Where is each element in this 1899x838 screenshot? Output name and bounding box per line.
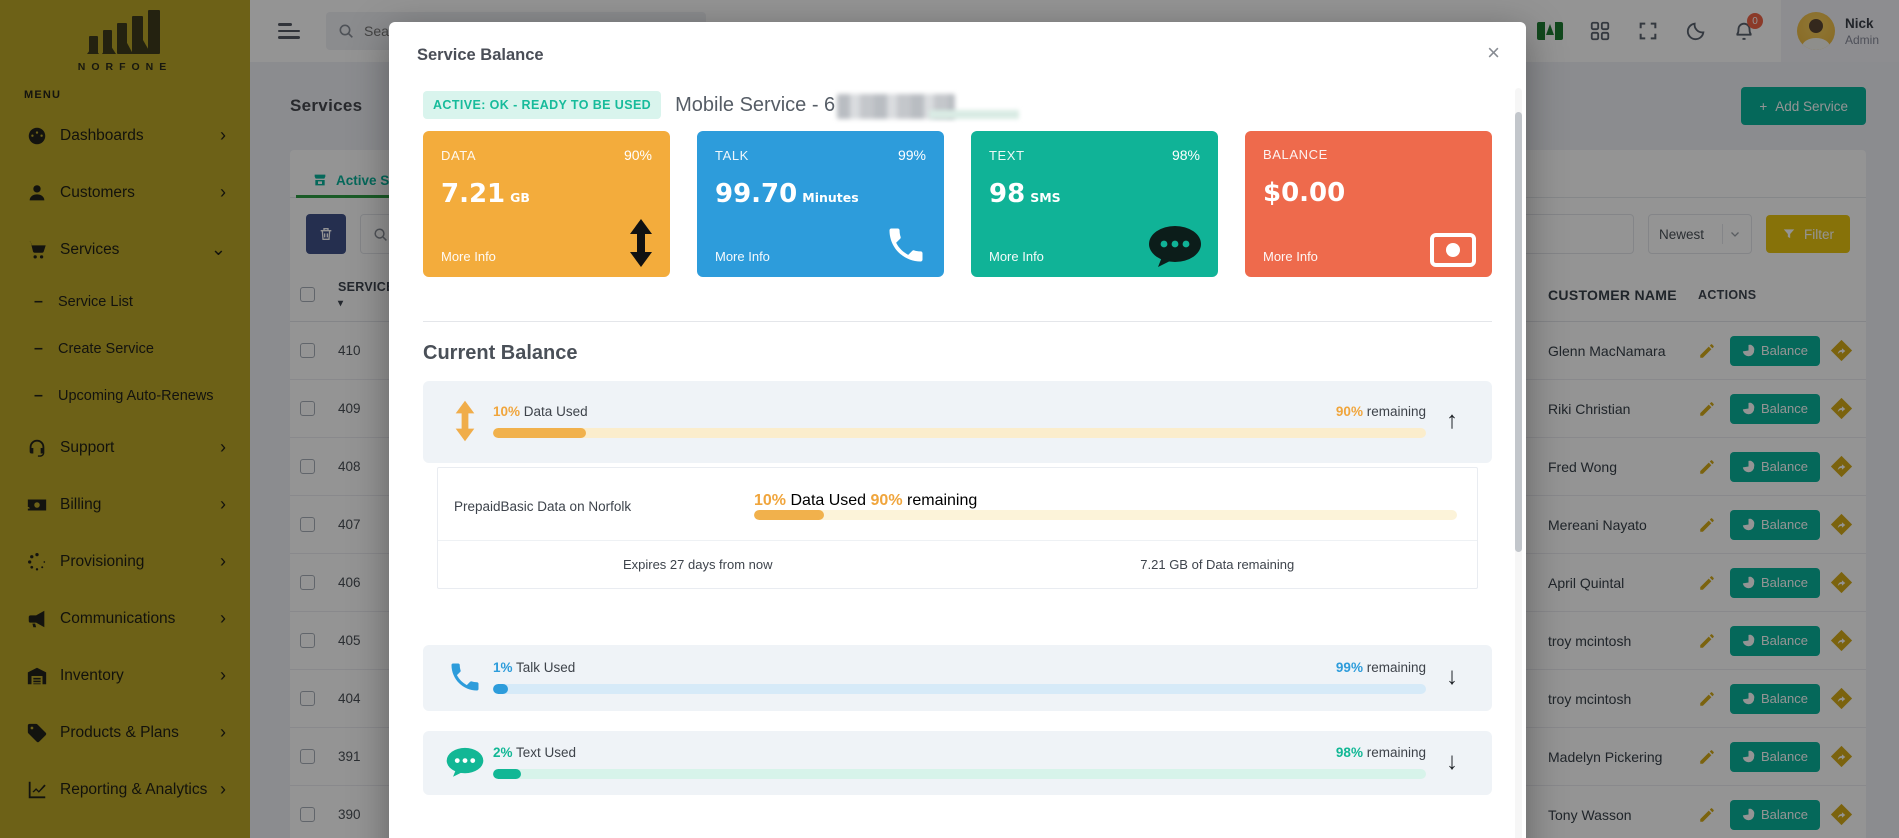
more-info-link[interactable]: More Info xyxy=(1263,249,1318,264)
plan-name: PrepaidBasic Data on Norfolk xyxy=(454,499,754,514)
text-progress-track xyxy=(493,769,1426,779)
service-balance-modal: Service Balance × ACTIVE: OK - READY TO … xyxy=(389,22,1526,838)
plan-progress-track xyxy=(754,510,1457,520)
text-usage-row: 2% Text Used 98% remaining ↓ xyxy=(423,731,1492,795)
cash-icon xyxy=(1430,233,1476,267)
modal-scrollbar[interactable] xyxy=(1515,88,1522,838)
expand-arrow-icon[interactable]: ↓ xyxy=(1426,663,1478,691)
expand-arrow-icon[interactable]: ↓ xyxy=(1426,748,1478,776)
status-badge: ACTIVE: OK - READY TO BE USED xyxy=(423,91,661,119)
data-usage-row: 10% Data Used 90% remaining ↑ xyxy=(423,381,1492,463)
data-progress-fill xyxy=(493,428,586,438)
more-info-link[interactable]: More Info xyxy=(441,249,496,264)
text-usage-card: TEXT98% 98SMS More Info xyxy=(971,131,1218,277)
scrollbar-thumb[interactable] xyxy=(1515,112,1522,552)
talk-progress-track xyxy=(493,684,1426,694)
text-progress-fill xyxy=(493,769,521,779)
plan-progress-fill xyxy=(754,510,824,520)
modal-title: Service Balance xyxy=(417,46,1498,65)
data-updown-arrow-icon xyxy=(454,399,476,443)
data-detail-card: PrepaidBasic Data on Norfolk 10% Data Us… xyxy=(437,467,1478,589)
chat-bubble-icon xyxy=(1148,225,1202,267)
more-info-link[interactable]: More Info xyxy=(715,249,770,264)
remaining-amount-text: 7.21 GB of Data remaining xyxy=(958,541,1478,588)
talk-usage-card: TALK99% 99.70Minutes More Info xyxy=(697,131,944,277)
more-info-link[interactable]: More Info xyxy=(989,249,1044,264)
chat-bubble-icon xyxy=(446,746,484,778)
data-usage-card: DATA90% 7.21GB More Info xyxy=(423,131,670,277)
data-progress-track xyxy=(493,428,1426,438)
divider xyxy=(423,321,1492,322)
redaction-smear xyxy=(929,110,1019,119)
collapse-arrow-icon[interactable]: ↑ xyxy=(1426,407,1478,435)
expiry-text: Expires 27 days from now xyxy=(438,541,958,588)
balance-card: BALANCE $0.00 More Info xyxy=(1245,131,1492,277)
phone-icon xyxy=(884,223,928,267)
data-updown-arrow-icon xyxy=(628,219,654,267)
service-title: Mobile Service - 6 xyxy=(675,93,955,118)
close-icon[interactable]: × xyxy=(1487,42,1500,64)
current-balance-heading: Current Balance xyxy=(423,342,1492,365)
talk-usage-row: 1% Talk Used 99% remaining ↓ xyxy=(423,645,1492,711)
talk-progress-fill xyxy=(493,684,508,694)
phone-icon xyxy=(447,659,483,695)
